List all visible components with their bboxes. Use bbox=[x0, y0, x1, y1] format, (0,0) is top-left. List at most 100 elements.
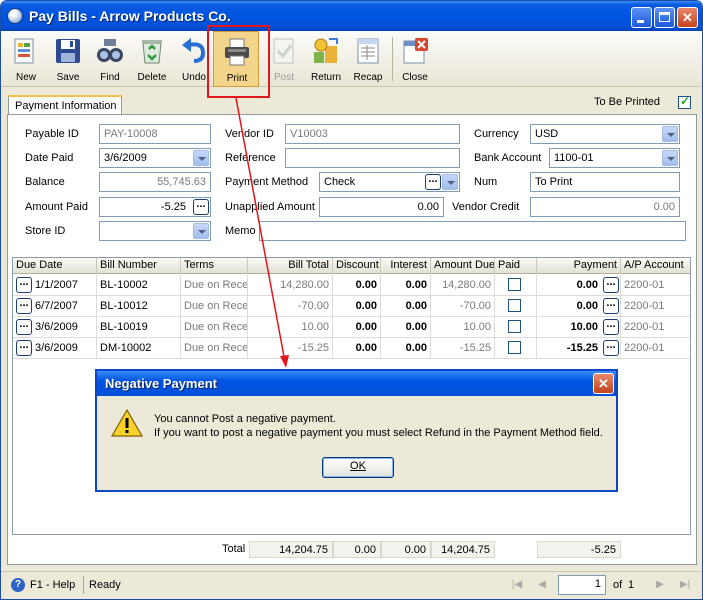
bill-number-cell[interactable]: DM-10002 bbox=[97, 338, 181, 359]
payment-ellipsis-button[interactable]: ... bbox=[603, 319, 619, 335]
row-ellipsis-button[interactable]: ... bbox=[16, 319, 32, 335]
interest-cell[interactable]: 0.00 bbox=[381, 317, 431, 338]
payable-id-field[interactable]: PAY-10008 bbox=[99, 124, 211, 144]
amount-paid-ellipsis-button[interactable]: ... bbox=[193, 199, 209, 215]
col-due-date[interactable]: Due Date bbox=[13, 258, 97, 274]
ap-account-cell[interactable]: 2200-01 bbox=[621, 317, 690, 338]
payment-method-ellipsis-button[interactable]: ... bbox=[425, 174, 441, 190]
paid-checkbox[interactable] bbox=[508, 320, 521, 333]
row-ellipsis-button[interactable]: ... bbox=[16, 340, 32, 356]
interest-cell[interactable]: 0.00 bbox=[381, 296, 431, 317]
bank-account-field[interactable]: 1100-01 bbox=[549, 148, 680, 168]
delete-button[interactable]: Delete bbox=[129, 31, 175, 87]
dialog-title-bar[interactable]: Negative Payment ✕ bbox=[97, 371, 616, 396]
tab-payment-information[interactable]: Payment Information bbox=[8, 95, 122, 115]
paid-checkbox[interactable] bbox=[508, 341, 521, 354]
chevron-down-icon[interactable] bbox=[193, 150, 209, 166]
ap-account-cell[interactable]: 2200-01 bbox=[621, 338, 690, 359]
store-id-field[interactable] bbox=[99, 221, 211, 241]
chevron-down-icon[interactable] bbox=[662, 150, 678, 166]
memo-field[interactable] bbox=[259, 221, 686, 241]
col-paid[interactable]: Paid bbox=[495, 258, 537, 274]
payment-ellipsis-button[interactable]: ... bbox=[603, 340, 619, 356]
row-ellipsis-button[interactable]: ... bbox=[16, 298, 32, 314]
minimize-button[interactable] bbox=[631, 7, 652, 28]
terms-cell[interactable]: Due on Rece bbox=[181, 317, 248, 338]
paid-cell[interactable] bbox=[495, 275, 537, 296]
payment-ellipsis-button[interactable]: ... bbox=[603, 298, 619, 314]
unapplied-amount-field[interactable]: 0.00 bbox=[319, 197, 444, 217]
bill-total-cell[interactable]: 10.00 bbox=[248, 317, 333, 338]
to-be-printed-checkbox[interactable]: ✓ bbox=[678, 95, 691, 109]
col-interest[interactable]: Interest bbox=[381, 258, 431, 274]
discount-cell[interactable]: 0.00 bbox=[333, 275, 381, 296]
chevron-down-icon[interactable] bbox=[193, 223, 209, 239]
payment-ellipsis-button[interactable]: ... bbox=[603, 277, 619, 293]
save-button[interactable]: Save bbox=[45, 31, 91, 87]
ap-account-cell[interactable]: 2200-01 bbox=[621, 275, 690, 296]
col-bill-number[interactable]: Bill Number bbox=[97, 258, 181, 274]
table-row[interactable]: ... 3/6/2009 DM-10002 Due on Rece -15.25… bbox=[13, 338, 690, 359]
table-row[interactable]: ... 1/1/2007 BL-10002 Due on Rece 14,280… bbox=[13, 275, 690, 296]
reference-field[interactable] bbox=[285, 148, 460, 168]
find-button[interactable]: Find bbox=[87, 31, 133, 87]
bill-number-cell[interactable]: BL-10002 bbox=[97, 275, 181, 296]
terms-cell[interactable]: Due on Rece bbox=[181, 296, 248, 317]
table-row[interactable]: ... 3/6/2009 BL-10019 Due on Rece 10.00 … bbox=[13, 317, 690, 338]
next-page-icon[interactable]: ▶ bbox=[652, 577, 668, 593]
vendor-credit-field[interactable]: 0.00 bbox=[530, 197, 680, 217]
paid-checkbox[interactable] bbox=[508, 278, 521, 291]
col-discount[interactable]: Discount bbox=[333, 258, 381, 274]
due-date-cell[interactable]: 3/6/2009 bbox=[32, 317, 97, 338]
paid-cell[interactable] bbox=[495, 296, 537, 317]
interest-cell[interactable]: 0.00 bbox=[381, 338, 431, 359]
previous-page-icon[interactable]: ◀ bbox=[534, 577, 550, 593]
amount-due-cell[interactable]: -70.00 bbox=[431, 296, 495, 317]
due-date-cell[interactable]: 6/7/2007 bbox=[32, 296, 97, 317]
page-number-input[interactable]: 1 bbox=[558, 575, 606, 595]
maximize-button[interactable] bbox=[654, 7, 675, 28]
bill-number-cell[interactable]: BL-10012 bbox=[97, 296, 181, 317]
col-terms[interactable]: Terms bbox=[181, 258, 248, 274]
bill-total-cell[interactable]: 14,280.00 bbox=[248, 275, 333, 296]
amount-due-cell[interactable]: 14,280.00 bbox=[431, 275, 495, 296]
discount-cell[interactable]: 0.00 bbox=[333, 296, 381, 317]
discount-cell[interactable]: 0.00 bbox=[333, 338, 381, 359]
discount-cell[interactable]: 0.00 bbox=[333, 317, 381, 338]
new-button[interactable]: New bbox=[3, 31, 49, 87]
num-field[interactable]: To Print bbox=[530, 172, 680, 192]
terms-cell[interactable]: Due on Rece bbox=[181, 338, 248, 359]
amount-due-cell[interactable]: -15.25 bbox=[431, 338, 495, 359]
help-text[interactable]: F1 - Help bbox=[30, 579, 75, 591]
chevron-down-icon[interactable] bbox=[442, 174, 458, 190]
bill-total-cell[interactable]: -15.25 bbox=[248, 338, 333, 359]
chevron-down-icon[interactable] bbox=[662, 126, 678, 142]
dialog-close-button[interactable]: ✕ bbox=[593, 373, 614, 394]
due-date-cell[interactable]: 3/6/2009 bbox=[32, 338, 97, 359]
vendor-id-field[interactable]: V10003 bbox=[285, 124, 460, 144]
row-ellipsis-button[interactable]: ... bbox=[16, 277, 32, 293]
close-button[interactable]: Close bbox=[392, 31, 438, 87]
currency-field[interactable]: USD bbox=[530, 124, 680, 144]
first-page-icon[interactable]: |◀ bbox=[509, 577, 525, 593]
col-ap-account[interactable]: A/P Account bbox=[621, 258, 690, 274]
due-date-cell[interactable]: 1/1/2007 bbox=[32, 275, 97, 296]
amount-due-cell[interactable]: 10.00 bbox=[431, 317, 495, 338]
close-window-button[interactable]: ✕ bbox=[677, 7, 698, 28]
bill-total-cell[interactable]: -70.00 bbox=[248, 296, 333, 317]
interest-cell[interactable]: 0.00 bbox=[381, 275, 431, 296]
paid-checkbox[interactable] bbox=[508, 299, 521, 312]
balance-field[interactable]: 55,745.63 bbox=[99, 172, 211, 192]
help-icon[interactable]: ? bbox=[11, 578, 25, 592]
col-amount-due[interactable]: Amount Due bbox=[431, 258, 495, 274]
col-bill-total[interactable]: Bill Total bbox=[248, 258, 333, 274]
return-button[interactable]: Return bbox=[303, 31, 349, 87]
paid-cell[interactable] bbox=[495, 338, 537, 359]
table-row[interactable]: ... 6/7/2007 BL-10012 Due on Rece -70.00… bbox=[13, 296, 690, 317]
title-bar[interactable]: Pay Bills - Arrow Products Co. ✕ bbox=[1, 1, 702, 31]
bill-number-cell[interactable]: BL-10019 bbox=[97, 317, 181, 338]
ok-button[interactable]: OK bbox=[322, 457, 394, 478]
col-payment[interactable]: Payment bbox=[537, 258, 621, 274]
ap-account-cell[interactable]: 2200-01 bbox=[621, 296, 690, 317]
last-page-icon[interactable]: ▶| bbox=[677, 577, 693, 593]
